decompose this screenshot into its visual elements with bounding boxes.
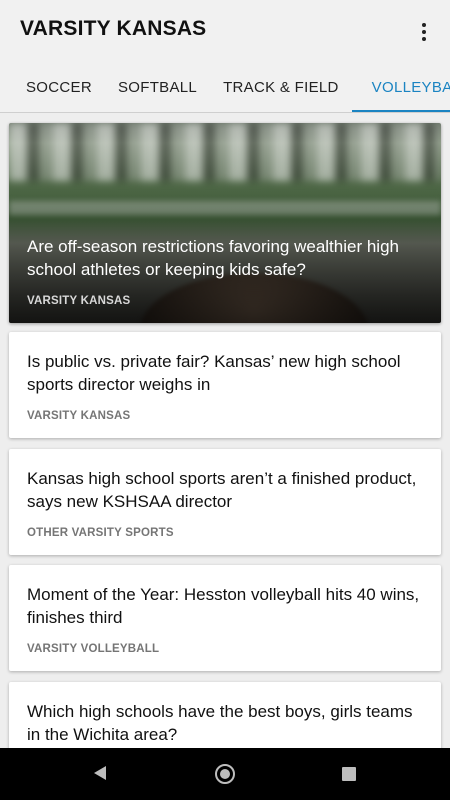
section-tabs: SOCCER SOFTBALL TRACK & FIELD VOLLEYBALL [0, 64, 450, 113]
back-triangle-icon[interactable] [94, 766, 106, 780]
article-source: OTHER VARSITY SPORTS [27, 527, 174, 539]
more-vert-icon[interactable] [408, 16, 440, 48]
app-bar: VARSITY KANSAS [0, 0, 450, 64]
tab-volleyball[interactable]: VOLLEYBALL [351, 64, 450, 112]
article-feed[interactable]: Are off-season restrictions favoring wea… [0, 113, 450, 748]
home-circle-icon[interactable] [215, 764, 235, 784]
recents-square-icon[interactable] [342, 767, 356, 781]
article-title: Moment of the Year: Hesston volleyball h… [27, 585, 420, 627]
tab-soccer[interactable]: SOCCER [0, 64, 105, 112]
article-card[interactable]: Is public vs. private fair? Kansas’ new … [9, 332, 441, 438]
article-card[interactable]: Moment of the Year: Hesston volleyball h… [9, 565, 441, 671]
tab-track-and-field[interactable]: TRACK & FIELD [210, 64, 352, 112]
hero-article-title: Are off-season restrictions favoring wea… [27, 237, 399, 279]
article-card[interactable]: Which high schools have the best boys, g… [9, 682, 441, 748]
app-title: VARSITY KANSAS [20, 17, 207, 40]
hero-article-source: VARSITY KANSAS [27, 295, 131, 307]
article-title: Is public vs. private fair? Kansas’ new … [27, 352, 401, 394]
article-title: Which high schools have the best boys, g… [27, 702, 413, 744]
article-title: Kansas high school sports aren’t a finis… [27, 469, 417, 511]
article-card[interactable]: Kansas high school sports aren’t a finis… [9, 449, 441, 555]
article-source: VARSITY VOLLEYBALL [27, 643, 160, 655]
hero-image-overlay [9, 123, 441, 323]
hero-article-card[interactable]: Are off-season restrictions favoring wea… [9, 123, 441, 323]
article-source: VARSITY KANSAS [27, 410, 131, 422]
system-nav-bar [0, 748, 450, 800]
tab-softball[interactable]: SOFTBALL [105, 64, 210, 112]
